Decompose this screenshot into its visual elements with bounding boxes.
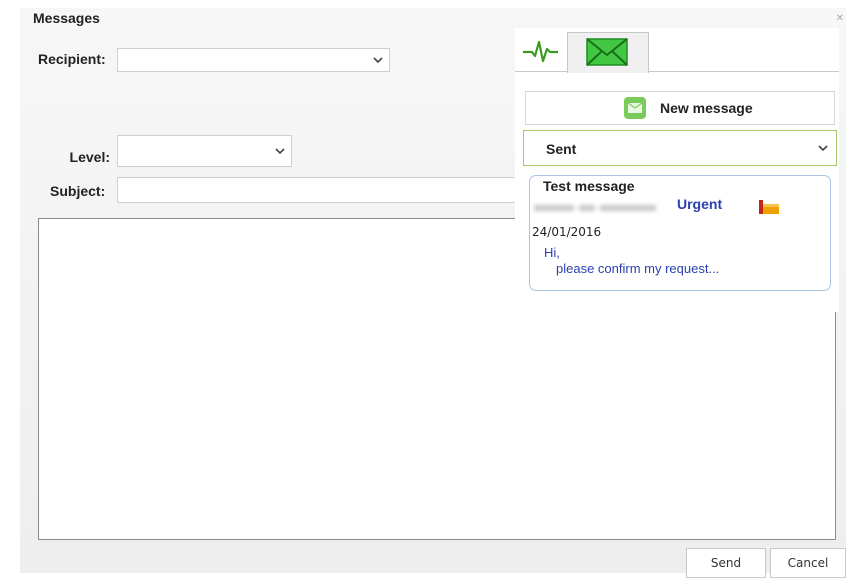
envelope-icon [586, 38, 628, 66]
activity-pulse-icon [523, 40, 558, 63]
message-list-item[interactable]: Test message Urgent 24/01/2016 Hi, pleas… [529, 175, 831, 291]
new-message-button[interactable]: New message [525, 91, 835, 125]
message-date: 24/01/2016 [532, 225, 602, 239]
subject-input[interactable] [117, 177, 517, 203]
tab-messages[interactable] [567, 32, 649, 73]
urgent-flag-icon [759, 200, 779, 214]
message-subject: Test message [543, 178, 635, 194]
close-icon[interactable]: ✕ [836, 13, 844, 24]
message-preview-line2: please confirm my request... [556, 261, 720, 276]
subject-label: Subject: [50, 183, 106, 199]
message-level: Urgent [677, 196, 723, 212]
cancel-button[interactable]: Cancel [770, 548, 846, 578]
level-select[interactable] [117, 135, 292, 167]
folder-select-value: Sent [546, 141, 577, 157]
message-preview-line1: Hi, [544, 245, 560, 260]
recipient-select[interactable] [117, 48, 390, 72]
recipient-label: Recipient: [38, 51, 106, 67]
chevron-down-icon [818, 142, 828, 156]
folder-select[interactable]: Sent [523, 130, 837, 166]
new-message-icon [624, 97, 646, 119]
send-button[interactable]: Send [686, 548, 766, 578]
chevron-down-icon [373, 53, 383, 67]
message-sender-redacted [534, 198, 666, 211]
panel-tabbar [515, 28, 839, 73]
new-message-label: New message [660, 100, 753, 116]
tab-activity[interactable] [521, 32, 561, 68]
window-title: Messages [33, 10, 100, 26]
level-label: Level: [69, 149, 110, 165]
messages-panel: New message Sent Test message Urgent 24/… [515, 28, 839, 312]
chevron-down-icon [275, 144, 285, 158]
